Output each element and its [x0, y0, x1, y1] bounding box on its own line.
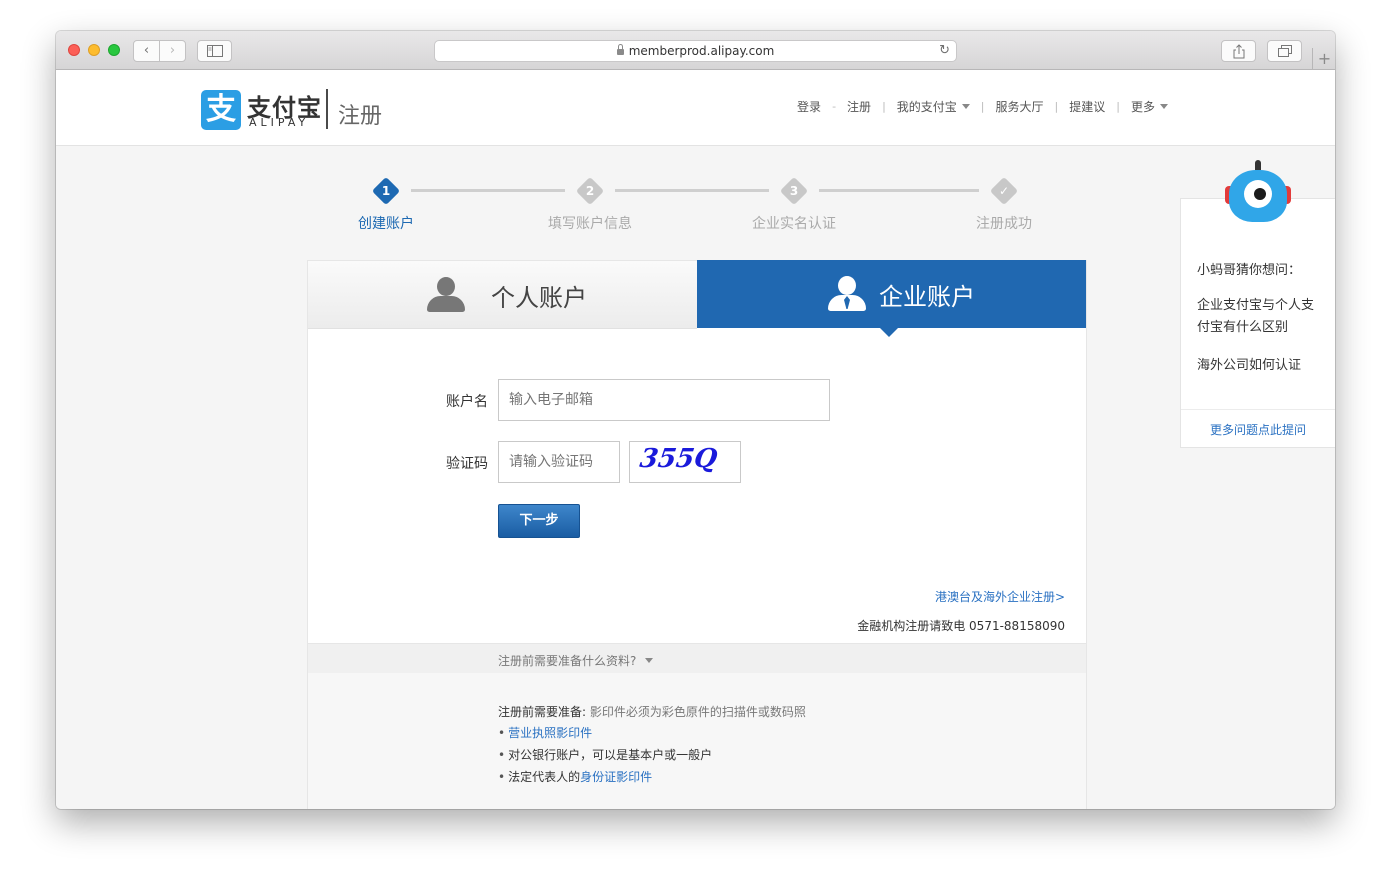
logo-divider	[326, 89, 328, 129]
address-url: memberprod.alipay.com	[628, 44, 775, 58]
prep-note: 影印件必须为彩色原件的扫描件或数码照	[589, 705, 806, 719]
hotline-text: 金融机构注册请致电 0571-88158090	[857, 619, 1065, 633]
registration-steps: 1 创建账户 2 填写账户信息 3 企业实名认证 ✓ 注册成功	[56, 145, 1335, 245]
tabs-icon	[1277, 45, 1292, 57]
next-step-button[interactable]: 下一步	[498, 504, 580, 538]
chevron-down-icon	[645, 658, 654, 663]
overseas-register-link[interactable]: 港澳台及海外企业注册>	[935, 588, 1065, 605]
tab-company-account[interactable]: 企业账户	[697, 260, 1086, 337]
captcha-label: 验证码	[446, 456, 488, 472]
step-label-3: 企业实名认证	[752, 216, 836, 232]
prep-item-bank: 对公银行账户，可以是基本户或一般户	[498, 746, 712, 763]
help-panel: 小蚂哥猜你想问： 企业支付宝与个人支付宝有什么区别 海外公司如何认证 更多问题点…	[1180, 198, 1335, 448]
browser-window: ‹ › memberprod.alipay.com ↻ + 支 支付宝 ALIP…	[56, 31, 1335, 809]
page-section-title: 注册	[338, 104, 383, 129]
help-question-2[interactable]: 海外公司如何认证	[1197, 355, 1325, 377]
prep-item-bank-text: 对公银行账户，可以是基本户或一般户	[508, 748, 713, 762]
help-more-link[interactable]: 更多问题点此提问	[1210, 421, 1306, 438]
checkmark-icon: ✓	[998, 184, 1010, 198]
step-label-2: 填写账户信息	[548, 216, 632, 232]
page-content: 支 支付宝 ALIPAY 注册 登录 - 注册 | 我的支付宝 | 服务大厅 |…	[56, 70, 1335, 809]
prep-item-license: 营业执照影印件	[498, 724, 592, 741]
tab-company-label: 企业账户	[879, 283, 975, 311]
prep-toggle-label: 注册前需要准备什么资料?	[498, 654, 637, 668]
license-link[interactable]: 营业执照影印件	[508, 726, 592, 740]
business-person-icon	[827, 276, 867, 312]
prep-title-label: 注册前需要准备:	[498, 705, 587, 719]
zoom-window-button[interactable]	[108, 44, 120, 56]
nav-service-hall[interactable]: 服务大厅	[985, 98, 1055, 115]
help-divider	[1181, 409, 1335, 410]
nav-more[interactable]: 更多	[1120, 98, 1179, 115]
prep-item-legal-text: 法定代表人的	[508, 770, 581, 784]
nav-more-label: 更多	[1130, 100, 1155, 114]
new-tab-button[interactable]: +	[1312, 48, 1335, 70]
account-name-input[interactable]	[498, 379, 830, 421]
forward-icon[interactable]: ›	[159, 41, 185, 61]
account-name-label: 账户名	[446, 394, 488, 410]
sidebar-toggle-button[interactable]	[197, 40, 232, 62]
step-connector	[615, 189, 769, 192]
nav-my-alipay[interactable]: 我的支付宝	[886, 98, 981, 115]
nav-my-alipay-label: 我的支付宝	[896, 100, 957, 114]
nav-login[interactable]: 登录	[786, 98, 832, 115]
step-connector	[819, 189, 979, 192]
chevron-down-icon	[961, 104, 970, 109]
step-number-3: 3	[789, 184, 799, 198]
step-label-1: 创建账户	[358, 216, 414, 232]
prep-toggle-bar[interactable]: 注册前需要准备什么资料?	[308, 643, 1086, 675]
step-number-1: 1	[381, 184, 391, 198]
share-button[interactable]	[1221, 40, 1256, 62]
prep-title: 注册前需要准备: 影印件必须为彩色原件的扫描件或数码照	[498, 703, 806, 720]
help-question-1[interactable]: 企业支付宝与个人支付宝有什么区别	[1197, 295, 1325, 339]
assistant-robot-icon[interactable]	[1225, 160, 1291, 226]
browser-toolbar: ‹ › memberprod.alipay.com ↻ +	[56, 31, 1335, 70]
person-icon	[426, 277, 466, 313]
lock-icon	[616, 44, 624, 55]
top-nav: 登录 - 注册 | 我的支付宝 | 服务大厅 | 提建议 | 更多	[786, 98, 1179, 115]
prep-details: 注册前需要准备: 影印件必须为彩色原件的扫描件或数码照 营业执照影印件 对公银行…	[308, 673, 1086, 809]
logo-text-en: ALIPAY	[249, 116, 310, 129]
tab-personal-label: 个人账户	[491, 284, 587, 312]
id-card-link[interactable]: 身份证影印件	[580, 770, 652, 784]
reload-icon[interactable]: ↻	[939, 43, 950, 58]
step-connector	[411, 189, 565, 192]
address-bar[interactable]: memberprod.alipay.com ↻	[434, 40, 957, 62]
close-window-button[interactable]	[68, 44, 80, 56]
site-header: 支 支付宝 ALIPAY 注册 登录 - 注册 | 我的支付宝 | 服务大厅 |…	[56, 70, 1335, 146]
captcha-image[interactable]: 355Q	[629, 441, 741, 483]
back-icon[interactable]: ‹	[134, 41, 159, 61]
captcha-input[interactable]	[498, 441, 620, 483]
minimize-window-button[interactable]	[88, 44, 100, 56]
prep-item-legal: 法定代表人的身份证影印件	[498, 768, 652, 785]
share-icon	[1233, 43, 1244, 58]
captcha-text: 355Q	[637, 444, 720, 474]
alipay-logo-icon[interactable]: 支	[201, 90, 241, 130]
step-number-2: 2	[585, 184, 595, 198]
registration-card: 个人账户 企业账户 账户名 验证码 355Q 下一步 港澳台及海外企业注册> 金…	[307, 260, 1087, 809]
show-tabs-button[interactable]	[1267, 40, 1302, 62]
step-label-4: 注册成功	[976, 216, 1032, 232]
sidebar-icon	[206, 45, 223, 57]
prep-toggle-text: 注册前需要准备什么资料?	[498, 652, 654, 669]
history-nav-group: ‹ ›	[133, 40, 186, 62]
help-title: 小蚂哥猜你想问：	[1197, 263, 1302, 278]
nav-suggestions[interactable]: 提建议	[1058, 98, 1116, 115]
tab-personal-account[interactable]: 个人账户	[308, 261, 697, 329]
chevron-down-icon	[1160, 104, 1168, 109]
nav-register[interactable]: 注册	[836, 98, 882, 115]
